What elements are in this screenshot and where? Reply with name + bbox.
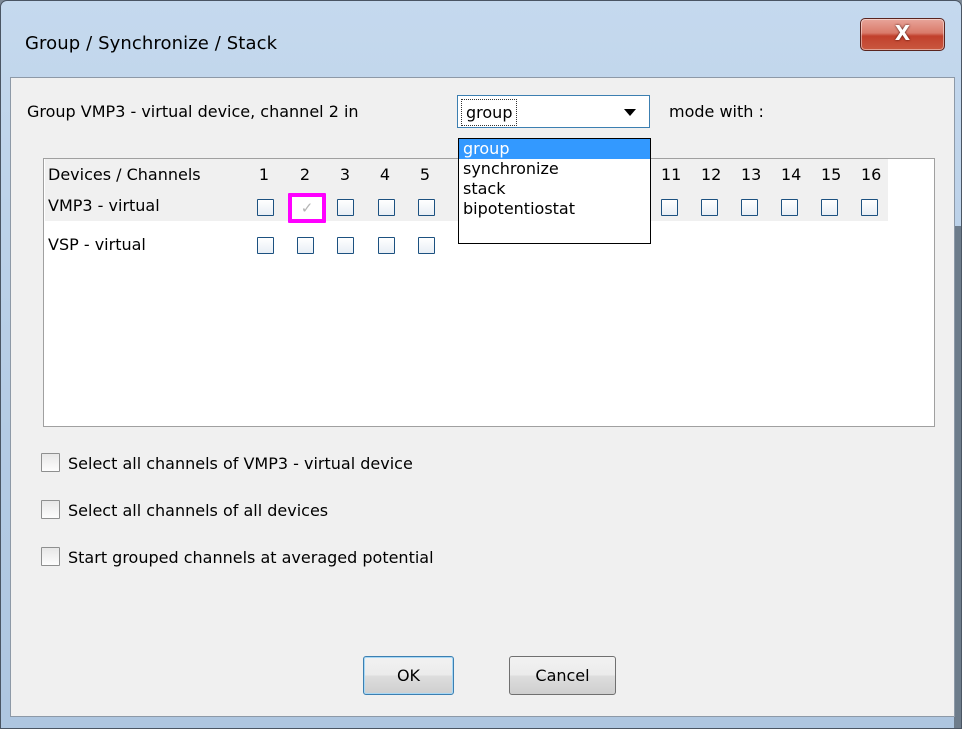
group-description-label: Group VMP3 - virtual device, channel 2 i… — [27, 102, 359, 121]
channel-header-3: 3 — [339, 165, 351, 184]
channel-header-4: 4 — [379, 165, 391, 184]
vmp3-channel-12-checkbox[interactable] — [701, 199, 718, 216]
chevron-down-icon[interactable] — [624, 109, 636, 116]
vmp3-channel-15-checkbox[interactable] — [821, 199, 838, 216]
devices-channels-header: Devices / Channels — [48, 165, 201, 184]
vsp-channel-4-checkbox[interactable] — [378, 237, 395, 254]
vmp3-channel-5-checkbox[interactable] — [418, 199, 435, 216]
channel-header-11: 11 — [661, 165, 682, 184]
vmp3-channel-16-checkbox[interactable] — [861, 199, 878, 216]
channel-header-13: 13 — [741, 165, 762, 184]
select-all-devices-label: Select all channels of all devices — [68, 501, 329, 520]
vsp-channel-5-checkbox[interactable] — [418, 237, 435, 254]
mode-select-value: group — [461, 99, 518, 126]
window-title: Group / Synchronize / Stack — [25, 33, 278, 54]
channel-header-1: 1 — [258, 165, 270, 184]
mode-option-synchronize[interactable]: synchronize — [459, 159, 650, 179]
averaged-potential-checkbox[interactable] — [41, 547, 60, 566]
channel-header-2: 2 — [299, 165, 311, 184]
mode-suffix-label: mode with : — [669, 102, 764, 121]
channel-header-16: 16 — [861, 165, 882, 184]
mode-option-bipotentiostat[interactable]: bipotentiostat — [459, 199, 650, 219]
vsp-channel-3-checkbox[interactable] — [337, 237, 354, 254]
vmp3-channel-14-checkbox[interactable] — [781, 199, 798, 216]
vmp3-channel-13-checkbox[interactable] — [741, 199, 758, 216]
mode-option-group[interactable]: group — [459, 139, 650, 159]
mode-option-stack[interactable]: stack — [459, 179, 650, 199]
vmp3-channel-1-checkbox[interactable] — [257, 199, 274, 216]
close-icon: X — [894, 21, 911, 45]
select-all-vmp3-label: Select all channels of VMP3 - virtual de… — [68, 454, 413, 473]
cancel-button[interactable]: Cancel — [509, 656, 616, 695]
vsp-channel-1-checkbox[interactable] — [257, 237, 274, 254]
select-all-vmp3-checkbox[interactable] — [41, 453, 60, 472]
select-all-devices-checkbox[interactable] — [41, 500, 60, 519]
channel-header-14: 14 — [781, 165, 802, 184]
checkmark-icon: ✓ — [300, 199, 314, 217]
vsp-channel-2-checkbox[interactable] — [297, 237, 314, 254]
dialog-window: Group / Synchronize / Stack X Group VMP3… — [0, 0, 962, 729]
mode-dropdown-list: group synchronize stack bipotentiostat — [458, 138, 651, 244]
vmp3-channel-4-checkbox[interactable] — [378, 199, 395, 216]
channel-header-15: 15 — [821, 165, 842, 184]
title-bar[interactable]: Group / Synchronize / Stack X — [1, 1, 961, 76]
frame-edge — [954, 226, 961, 728]
device-name-vmp3: VMP3 - virtual — [48, 196, 160, 215]
mode-select[interactable]: group — [457, 95, 650, 128]
device-name-vsp: VSP - virtual — [48, 235, 146, 254]
vmp3-channel-3-checkbox[interactable] — [337, 199, 354, 216]
dialog-client-area: Group VMP3 - virtual device, channel 2 i… — [10, 77, 955, 717]
channel-header-12: 12 — [701, 165, 722, 184]
vmp3-channel-2-checkbox[interactable]: ✓ — [288, 193, 326, 223]
channel-header-5: 5 — [419, 165, 431, 184]
vmp3-channel-11-checkbox[interactable] — [661, 199, 678, 216]
close-button[interactable]: X — [860, 18, 945, 51]
ok-button[interactable]: OK — [363, 656, 454, 695]
averaged-potential-label: Start grouped channels at averaged poten… — [68, 548, 434, 567]
